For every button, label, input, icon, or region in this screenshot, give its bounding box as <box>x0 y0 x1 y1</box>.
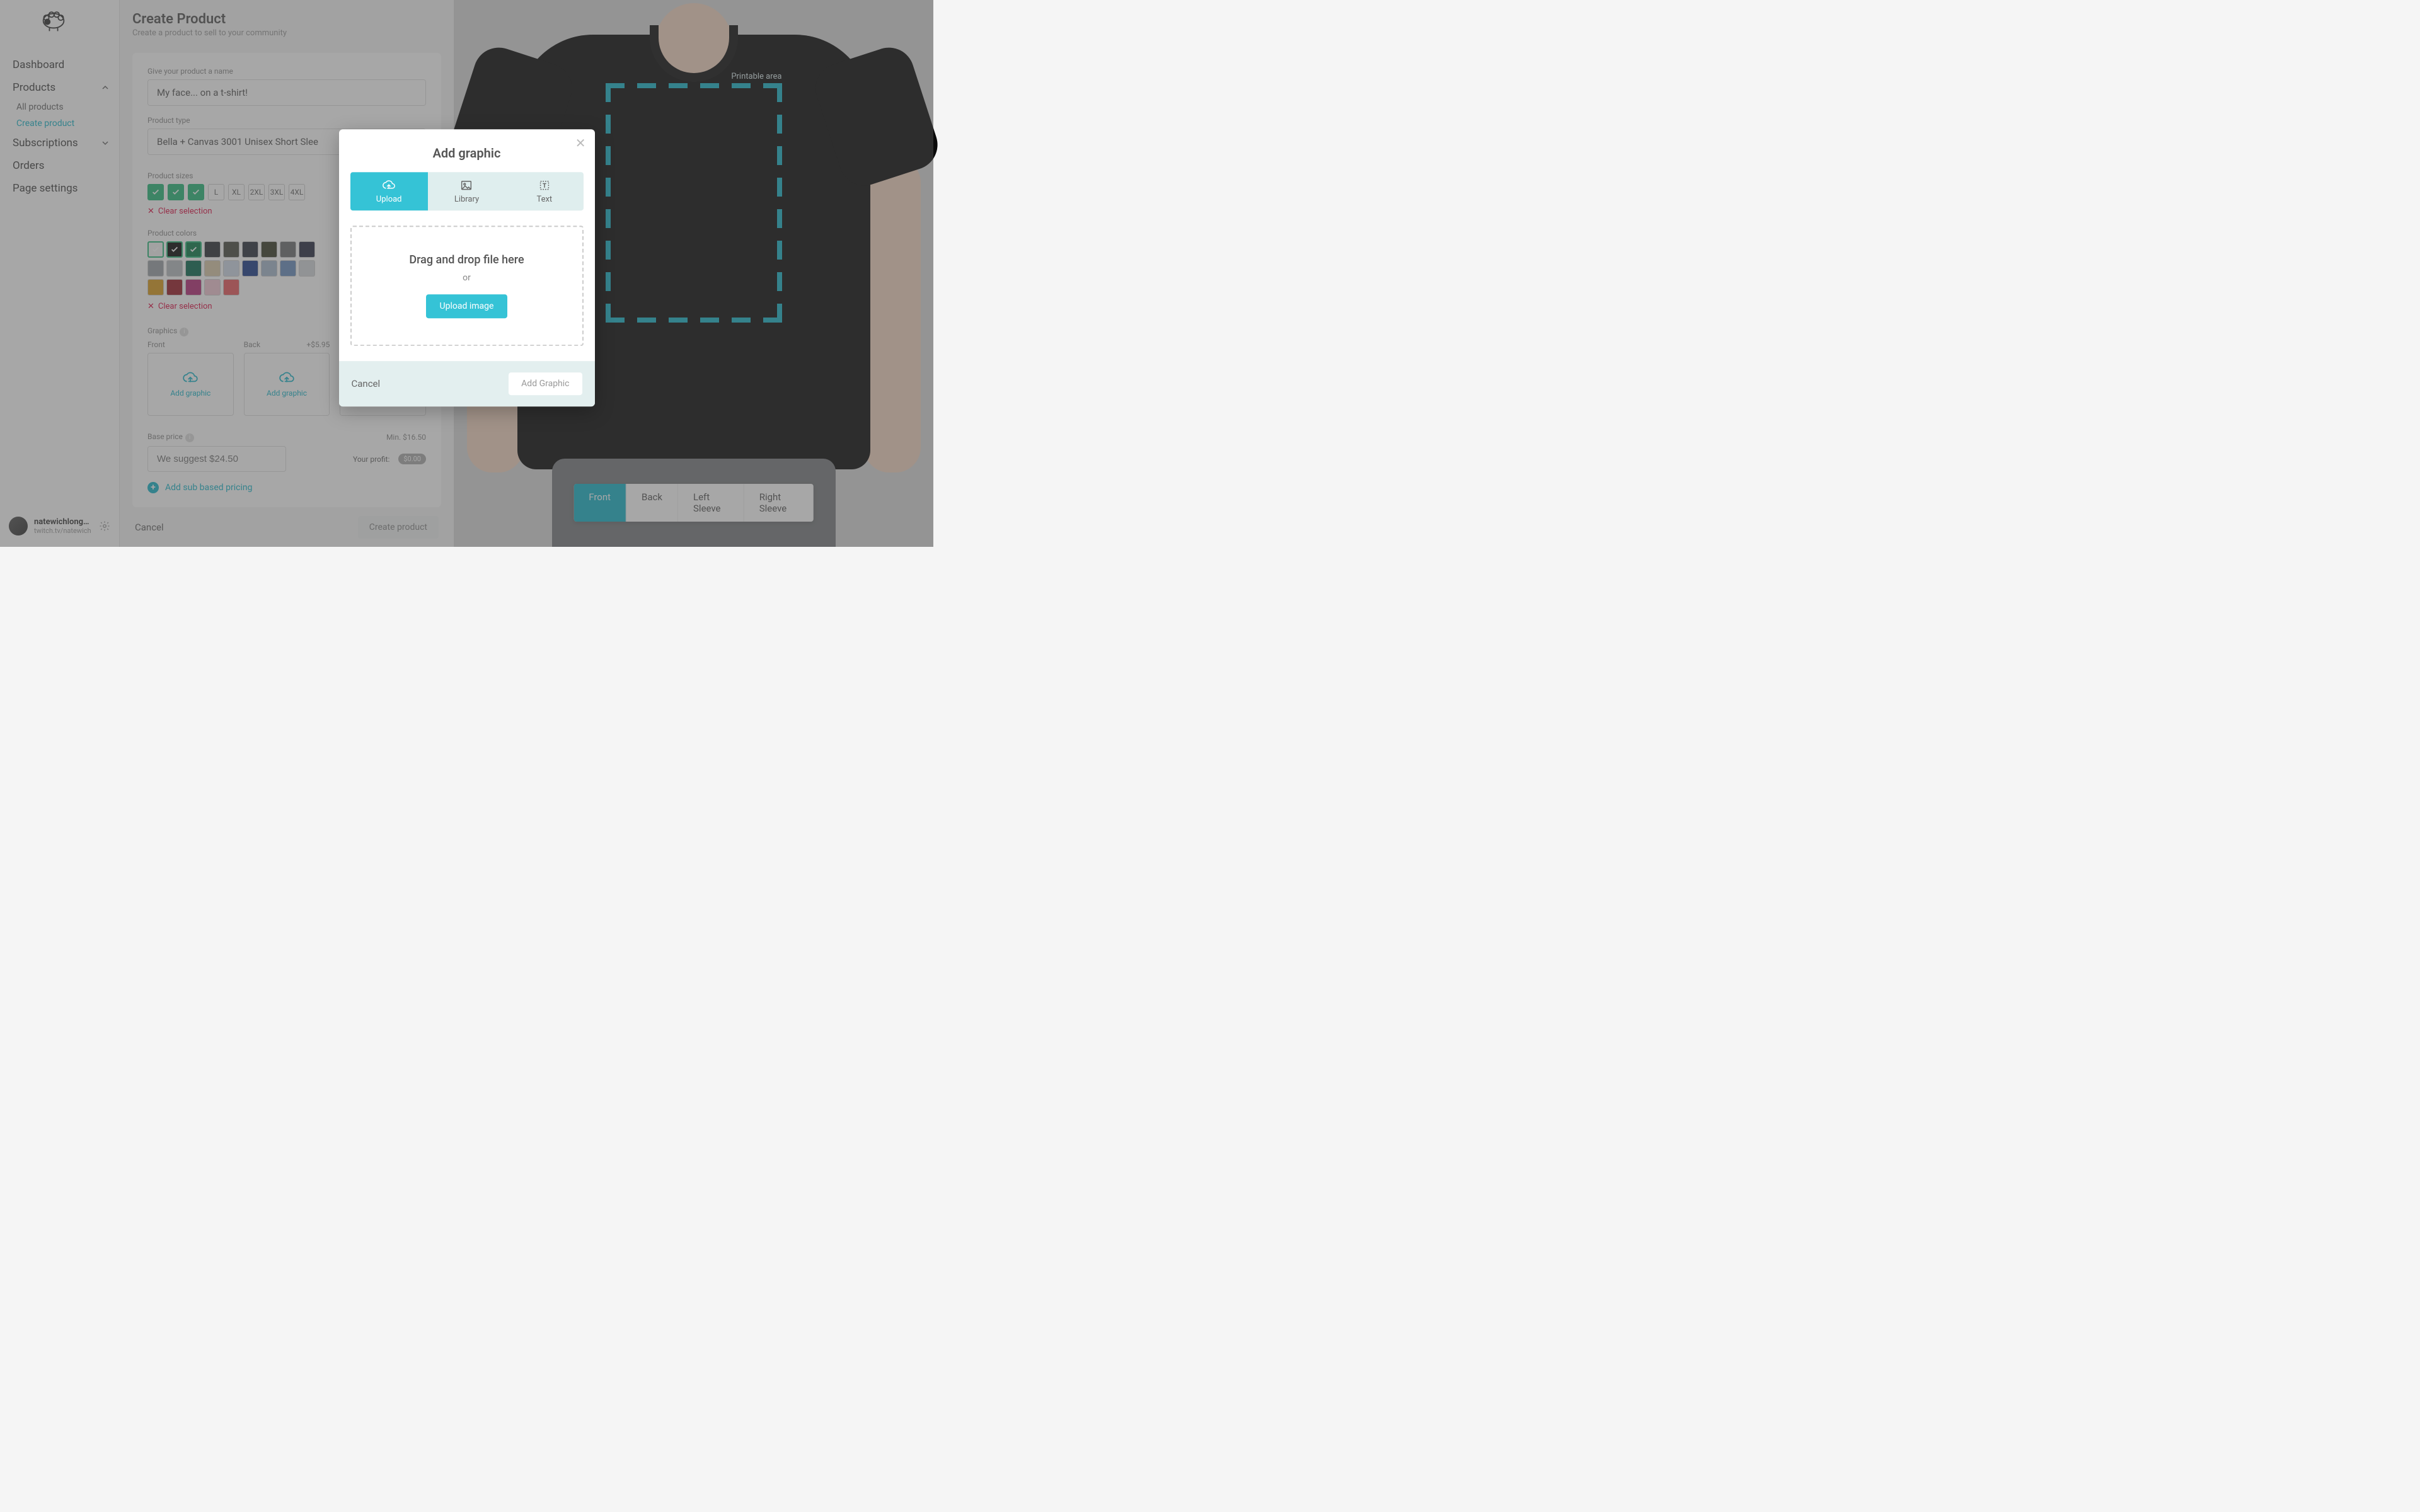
modal-tab-upload[interactable]: Upload <box>350 172 428 210</box>
modal-close-button[interactable]: ✕ <box>575 135 586 151</box>
dropzone-or: or <box>358 273 576 283</box>
add-graphic-modal: ✕ Add graphic Upload Library Text Drag a… <box>339 129 595 406</box>
dropzone-title: Drag and drop file here <box>358 253 576 266</box>
modal-tab-library-label: Library <box>454 195 479 204</box>
modal-cancel-button[interactable]: Cancel <box>352 378 381 389</box>
modal-footer: Cancel Add Graphic <box>339 361 595 406</box>
modal-tabs: Upload Library Text <box>350 172 584 210</box>
text-icon <box>538 178 551 192</box>
dropzone[interactable]: Drag and drop file here or Upload image <box>350 226 584 346</box>
cloud-upload-icon <box>382 178 396 192</box>
modal-tab-text[interactable]: Text <box>505 172 583 210</box>
image-icon <box>459 178 473 192</box>
modal-tab-text-label: Text <box>536 195 552 204</box>
modal-tab-upload-label: Upload <box>376 195 402 204</box>
modal-tab-library[interactable]: Library <box>428 172 505 210</box>
modal-add-graphic-button[interactable]: Add Graphic <box>509 372 582 395</box>
upload-image-button[interactable]: Upload image <box>426 294 508 318</box>
modal-title: Add graphic <box>339 129 595 172</box>
